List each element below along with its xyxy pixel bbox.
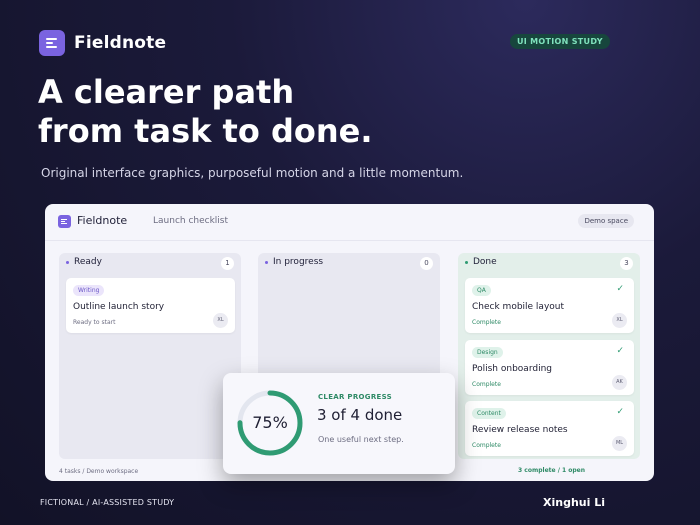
task-card[interactable]: Design ✓ Polish onboarding Complete AK xyxy=(465,340,634,395)
app-topbar: Fieldnote Launch checklist Demo space xyxy=(45,204,654,241)
status-dot-icon xyxy=(465,260,468,264)
task-card[interactable]: Content ✓ Review release notes Complete … xyxy=(465,401,634,456)
check-icon: ✓ xyxy=(616,346,624,356)
column-count: 0 xyxy=(420,257,433,270)
subline: Original interface graphics, purposeful … xyxy=(41,166,464,180)
progress-kicker: CLEAR PROGRESS xyxy=(318,393,392,401)
column-done: Done 3 QA ✓ Check mobile layout Complete… xyxy=(458,253,640,459)
completion-summary: 3 complete / 1 open xyxy=(518,467,585,474)
task-title: Polish onboarding xyxy=(472,364,552,374)
check-icon: ✓ xyxy=(616,407,624,417)
column-header: Ready xyxy=(66,257,102,267)
headline-line-1: A clearer path xyxy=(38,73,295,111)
task-tag: Content xyxy=(472,408,506,419)
task-status: Complete xyxy=(472,442,501,449)
board-summary: 4 tasks / Demo workspace xyxy=(59,468,139,475)
section-title[interactable]: Launch checklist xyxy=(153,216,228,226)
brand-name: Fieldnote xyxy=(74,33,167,53)
task-tag: QA xyxy=(472,285,491,296)
task-status: Ready to start xyxy=(73,319,116,326)
avatar: XL xyxy=(612,313,627,328)
column-title: In progress xyxy=(273,257,324,267)
task-card[interactable]: Writing Outline launch story Ready to st… xyxy=(66,278,235,333)
task-card[interactable]: QA ✓ Check mobile layout Complete XL xyxy=(465,278,634,333)
task-status: Complete xyxy=(472,319,501,326)
avatar: AK xyxy=(612,375,627,390)
column-count: 1 xyxy=(221,257,234,270)
headline: A clearer path from task to done. xyxy=(38,73,372,151)
progress-title: 3 of 4 done xyxy=(317,406,403,424)
app-name: Fieldnote xyxy=(77,214,128,227)
space-switcher[interactable]: Demo space xyxy=(578,214,634,228)
column-header: Done xyxy=(465,257,497,267)
avatar: XL xyxy=(213,313,228,328)
avatar: ML xyxy=(612,436,627,451)
footer-credit: FICTIONAL / AI-ASSISTED STUDY xyxy=(40,498,175,507)
status-dot-icon xyxy=(265,260,268,264)
task-title: Check mobile layout xyxy=(472,302,565,312)
column-count: 3 xyxy=(620,257,633,270)
status-dot-icon xyxy=(66,260,69,264)
progress-subtitle: One useful next step. xyxy=(318,435,404,444)
task-tag: Design xyxy=(472,347,503,358)
task-tag: Writing xyxy=(73,285,105,296)
check-icon: ✓ xyxy=(616,284,624,294)
study-badge: UI MOTION STUDY xyxy=(510,34,610,49)
task-title: Outline launch story xyxy=(73,302,165,312)
column-header: In progress xyxy=(265,257,323,267)
headline-line-2: from task to done. xyxy=(38,112,373,150)
task-title: Review release notes xyxy=(472,425,568,435)
menu-lines-icon xyxy=(39,30,65,56)
column-ready: Ready 1 Writing Outline launch story Rea… xyxy=(59,253,241,459)
column-title: Ready xyxy=(74,257,102,267)
column-title: Done xyxy=(473,257,497,267)
author-name: Xinghui Li xyxy=(543,496,605,509)
progress-percent: 75% xyxy=(252,413,288,432)
brand: Fieldnote xyxy=(39,30,166,56)
app-logo-icon xyxy=(58,215,71,228)
task-status: Complete xyxy=(472,381,501,388)
progress-card: 75% CLEAR PROGRESS 3 of 4 done One usefu… xyxy=(223,373,455,474)
